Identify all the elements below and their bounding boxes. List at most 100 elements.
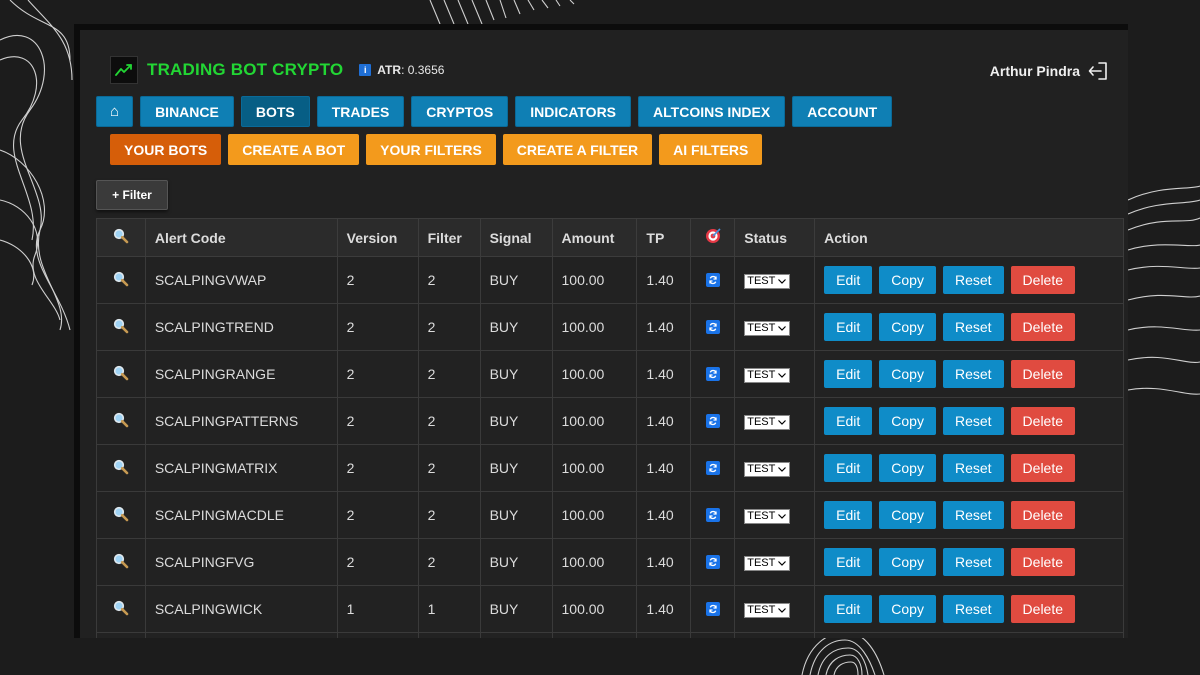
atr-indicator: i ATR : 0.3656 — [359, 63, 444, 77]
row-search-cell[interactable] — [96, 444, 146, 492]
header-status[interactable]: Status — [734, 218, 816, 257]
row-search-cell[interactable] — [96, 256, 146, 304]
header-signal[interactable]: Signal — [479, 218, 553, 257]
row-search-cell[interactable] — [96, 350, 146, 398]
refresh-icon[interactable] — [705, 273, 720, 287]
edit-button[interactable]: Edit — [824, 407, 873, 435]
copy-button[interactable]: Copy — [879, 360, 936, 388]
delete-button[interactable]: Delete — [1010, 595, 1076, 623]
subnav-ai-filters[interactable]: AI FILTERS — [659, 134, 763, 165]
nav-cryptos[interactable]: CRYPTOS — [411, 96, 509, 127]
status-value: TEST — [747, 275, 776, 288]
copy-button[interactable]: Copy — [879, 454, 936, 482]
reset-button[interactable]: Reset — [942, 454, 1004, 482]
magnifier-icon[interactable] — [113, 228, 129, 247]
status-select[interactable]: TEST — [744, 273, 791, 289]
edit-button[interactable]: Edit — [824, 595, 873, 623]
nav-indicators[interactable]: INDICATORS — [515, 96, 632, 127]
magnifier-icon[interactable] — [113, 600, 129, 619]
copy-button[interactable]: Copy — [879, 407, 936, 435]
delete-button[interactable]: Delete — [1010, 454, 1076, 482]
nav-trades[interactable]: TRADES — [316, 96, 405, 127]
header-alert-code[interactable]: Alert Code — [144, 218, 338, 257]
magnifier-icon[interactable] — [113, 506, 129, 525]
reset-button[interactable]: Reset — [942, 407, 1004, 435]
header-filter[interactable]: Filter — [417, 218, 481, 257]
magnifier-icon[interactable] — [113, 271, 129, 290]
delete-button[interactable]: Delete — [1010, 266, 1076, 294]
edit-button[interactable]: Edit — [824, 360, 873, 388]
bots-table: Alert Code Version Filter Signal Amount … — [96, 218, 1124, 638]
reset-button[interactable]: Reset — [942, 313, 1004, 341]
refresh-icon[interactable] — [705, 320, 720, 334]
edit-button[interactable]: Edit — [824, 313, 873, 341]
delete-button[interactable]: Delete — [1010, 548, 1076, 576]
copy-button[interactable]: Copy — [879, 595, 936, 623]
status-select[interactable]: TEST — [744, 555, 791, 571]
header-version[interactable]: Version — [336, 218, 419, 257]
copy-button[interactable]: Copy — [879, 266, 936, 294]
edit-button[interactable]: Edit — [824, 501, 873, 529]
magnifier-icon[interactable] — [113, 365, 129, 384]
reset-button[interactable]: Reset — [942, 501, 1004, 529]
refresh-icon[interactable] — [705, 555, 720, 569]
subnav-create-a-filter[interactable]: CREATE A FILTER — [502, 134, 653, 165]
status-select[interactable]: TEST — [744, 414, 791, 430]
header-amount[interactable]: Amount — [551, 218, 638, 257]
row-search-cell[interactable] — [96, 585, 146, 633]
magnifier-icon[interactable] — [113, 318, 129, 337]
subnav-create-a-bot[interactable]: CREATE A BOT — [228, 134, 360, 165]
refresh-icon[interactable] — [705, 414, 720, 428]
delete-button[interactable]: Delete — [1010, 360, 1076, 388]
logout-icon[interactable] — [1088, 62, 1108, 80]
status-select[interactable]: TEST — [744, 602, 791, 618]
home-icon[interactable]: ⌂ — [96, 96, 134, 127]
row-search-cell[interactable] — [96, 397, 146, 445]
delete-button[interactable]: Delete — [1010, 407, 1076, 435]
reset-button[interactable]: Reset — [942, 595, 1004, 623]
copy-button[interactable]: Copy — [879, 501, 936, 529]
amount-cell: 100.00 — [551, 303, 638, 351]
copy-button[interactable]: Copy — [879, 313, 936, 341]
subnav-your-filters[interactable]: YOUR FILTERS — [366, 134, 496, 165]
status-select[interactable]: TEST — [744, 508, 791, 524]
header-search[interactable] — [96, 218, 146, 257]
delete-button[interactable]: Delete — [1010, 501, 1076, 529]
copy-button[interactable]: Copy — [879, 548, 936, 576]
magnifier-icon[interactable] — [113, 412, 129, 431]
table-row: SCALPINGFVG 2 2 BUY 100.00 1.40 TEST Edi… — [96, 538, 1124, 586]
table-body: SCALPINGVWAP 2 2 BUY 100.00 1.40 TEST Ed… — [96, 256, 1124, 638]
brand[interactable]: TRADING BOT CRYPTO i ATR : 0.3656 — [110, 56, 444, 84]
reset-button[interactable]: Reset — [942, 360, 1004, 388]
magnifier-icon[interactable] — [113, 553, 129, 572]
status-select[interactable]: TEST — [744, 461, 791, 477]
edit-button[interactable]: Edit — [824, 266, 873, 294]
refresh-icon[interactable] — [705, 367, 720, 381]
subnav-your-bots[interactable]: YOUR BOTS — [110, 134, 222, 165]
refresh-icon[interactable] — [705, 508, 720, 522]
refresh-icon[interactable] — [705, 461, 720, 475]
add-filter-button[interactable]: + Filter — [96, 180, 168, 210]
row-search-cell[interactable] — [96, 538, 146, 586]
status-select[interactable]: TEST — [744, 320, 791, 336]
row-search-cell[interactable] — [96, 303, 146, 351]
nav-account[interactable]: ACCOUNT — [792, 96, 893, 127]
nav-binance[interactable]: BINANCE — [140, 96, 234, 127]
reset-button[interactable]: Reset — [942, 548, 1004, 576]
magnifier-icon[interactable] — [113, 459, 129, 478]
nav-altcoins-index[interactable]: ALTCOINS INDEX — [638, 96, 786, 127]
chevron-down-icon — [778, 372, 787, 378]
status-select[interactable]: TEST — [744, 367, 791, 383]
row-search-cell[interactable] — [96, 491, 146, 539]
header-tp[interactable]: TP — [636, 218, 692, 257]
version-cell: 2 — [336, 256, 419, 304]
nav-bots[interactable]: BOTS — [240, 96, 310, 127]
tp-cell: 1.40 — [636, 585, 692, 633]
refresh-icon[interactable] — [705, 602, 720, 616]
signal-cell: BUY — [479, 585, 553, 633]
reset-button[interactable]: Reset — [942, 266, 1004, 294]
table-row: SCALPINGMATRIX 2 2 BUY 100.00 1.40 TEST … — [96, 444, 1124, 492]
delete-button[interactable]: Delete — [1010, 313, 1076, 341]
edit-button[interactable]: Edit — [824, 454, 873, 482]
edit-button[interactable]: Edit — [824, 548, 873, 576]
